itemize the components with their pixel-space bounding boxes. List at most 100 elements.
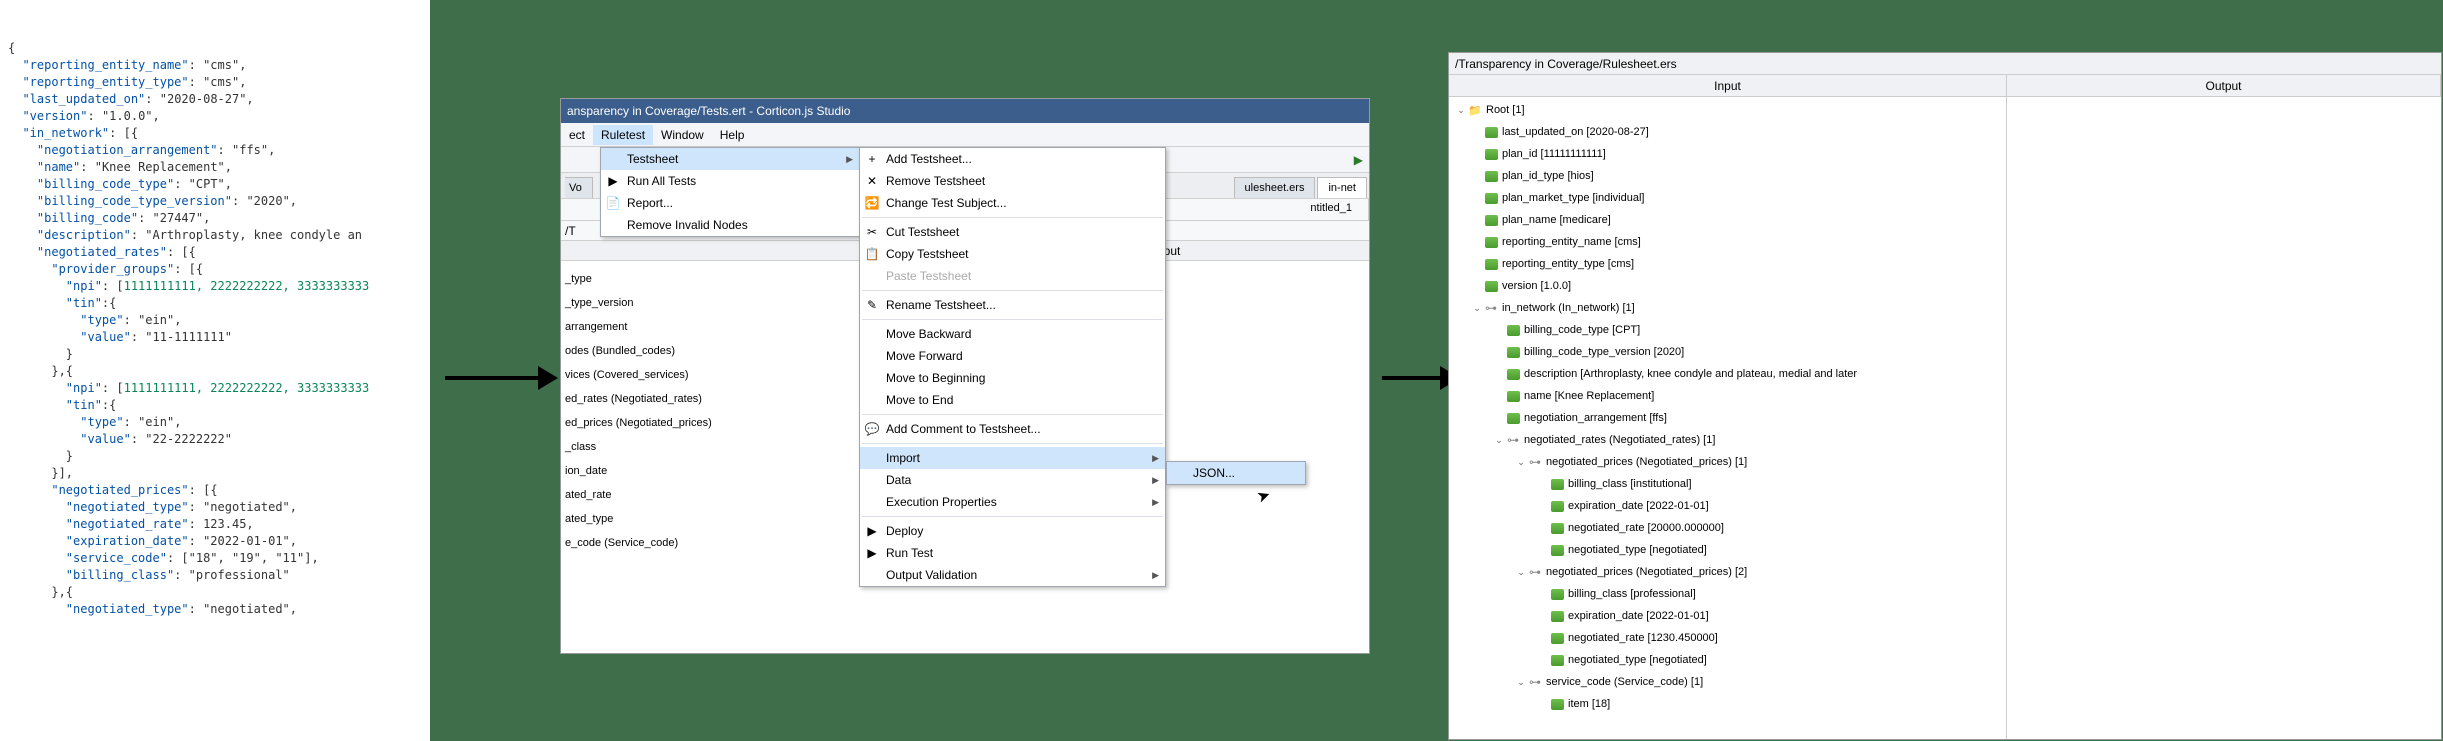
menu-separator [862, 217, 1163, 218]
tree-row[interactable]: billing_code_type [CPT] [1449, 319, 2006, 341]
tree-row[interactable]: negotiated_type [negotiated] [1449, 649, 2006, 671]
ide-window: ansparency in Coverage/Tests.ert - Corti… [560, 98, 1370, 654]
tree-row[interactable]: negotiated_rate [1230.450000] [1449, 627, 2006, 649]
tree-label: billing_code_type_version [2020] [1524, 346, 1684, 358]
menu-item-label: Run Test [886, 546, 933, 560]
tree-row[interactable]: reporting_entity_name [cms] [1449, 231, 2006, 253]
menu-item-label: Paste Testsheet [886, 269, 971, 283]
tree-row[interactable]: ⌄⊶negotiated_rates (Negotiated_rates) [1… [1449, 429, 2006, 451]
attribute-icon [1483, 125, 1499, 139]
tree-row[interactable]: name [Knee Replacement] [1449, 385, 2006, 407]
attribute-icon [1549, 499, 1565, 513]
tab-innet[interactable]: in-net [1317, 177, 1367, 198]
tree-row[interactable]: plan_name [medicare] [1449, 209, 2006, 231]
tree-label: billing_class [professional] [1568, 588, 1696, 600]
menu-item-import[interactable]: Import [860, 447, 1165, 469]
json-editor[interactable]: { "reporting_entity_name": "cms", "repor… [0, 0, 430, 741]
expander-icon[interactable]: ⌄ [1515, 567, 1527, 578]
link-icon: ⊶ [1527, 565, 1543, 579]
menu-item-move-forward[interactable]: Move Forward [860, 345, 1165, 367]
menu-item-change-test-subject[interactable]: 🔁Change Test Subject... [860, 192, 1165, 214]
ruletest-menu[interactable]: Testsheet▶Run All Tests📄Report...Remove … [600, 147, 860, 237]
menu-item-remove-invalid-nodes[interactable]: Remove Invalid Nodes [601, 214, 859, 236]
tree-row[interactable]: negotiated_rate [20000.000000] [1449, 517, 2006, 539]
tree-row[interactable]: description [Arthroplasty, knee condyle … [1449, 363, 2006, 385]
menu-item-deploy[interactable]: ▶Deploy [860, 520, 1165, 542]
expander-icon[interactable]: ⌄ [1471, 303, 1483, 314]
tree-label: plan_name [medicare] [1502, 214, 1611, 226]
attribute-icon [1505, 411, 1521, 425]
menu-item-add-comment-to-testsheet[interactable]: 💬Add Comment to Testsheet... [860, 418, 1165, 440]
tree-row[interactable]: expiration_date [2022-01-01] [1449, 605, 2006, 627]
menu-item-run-all-tests[interactable]: ▶Run All Tests [601, 170, 859, 192]
menu-item-add-testsheet[interactable]: +Add Testsheet... [860, 148, 1165, 170]
menu-ruletest[interactable]: Ruletest [593, 125, 653, 145]
menu-help[interactable]: Help [712, 125, 753, 145]
menu-item-rename-testsheet[interactable]: ✎Rename Testsheet... [860, 294, 1165, 316]
tree-row[interactable]: last_updated_on [2020-08-27] [1449, 121, 2006, 143]
attribute-icon [1483, 191, 1499, 205]
menu-window[interactable]: Window [653, 125, 712, 145]
subtab-untitled[interactable]: ntitled_1 [1294, 199, 1369, 220]
tree-row[interactable]: ⌄⊶in_network (In_network) [1] [1449, 297, 2006, 319]
expander-icon[interactable]: ⌄ [1455, 105, 1467, 116]
link-icon: ⊶ [1527, 455, 1543, 469]
tree-row[interactable]: billing_code_type_version [2020] [1449, 341, 2006, 363]
json-code[interactable]: { "reporting_entity_name": "cms", "repor… [8, 40, 422, 618]
tree-row[interactable]: negotiation_arrangement [ffs] [1449, 407, 2006, 429]
menu-item-move-backward[interactable]: Move Backward [860, 323, 1165, 345]
menu-ect[interactable]: ect [561, 125, 593, 145]
tree-label: Root [1] [1486, 104, 1525, 116]
tree-label: negotiated_type [negotiated] [1568, 654, 1707, 666]
tree-row[interactable]: version [1.0.0] [1449, 275, 2006, 297]
tab-rulesheet[interactable]: ulesheet.ers [1234, 177, 1316, 198]
menu-item-report[interactable]: 📄Report... [601, 192, 859, 214]
tree-row[interactable]: ⌄📁Root [1] [1449, 99, 2006, 121]
input-tree[interactable]: ⌄📁Root [1]last_updated_on [2020-08-27]pl… [1449, 97, 2007, 739]
expander-icon[interactable]: ⌄ [1493, 435, 1505, 446]
tree-row[interactable]: billing_class [institutional] [1449, 473, 2006, 495]
tree-label: version [1.0.0] [1502, 280, 1571, 292]
run-icon[interactable]: ▶ [1354, 153, 1363, 167]
menu-bar[interactable]: ect Ruletest Window Help [561, 123, 1369, 147]
expander-icon[interactable]: ⌄ [1515, 457, 1527, 468]
tree-row[interactable]: plan_market_type [individual] [1449, 187, 2006, 209]
menu-item-label: Move to End [886, 393, 953, 407]
tree-row[interactable]: ⌄⊶negotiated_prices (Negotiated_prices) … [1449, 561, 2006, 583]
tree-label: expiration_date [2022-01-01] [1568, 500, 1709, 512]
tab-vo[interactable]: Vo [565, 177, 593, 198]
tree-row[interactable]: item [18] [1449, 693, 2006, 715]
menu-item-remove-testsheet[interactable]: ✕Remove Testsheet [860, 170, 1165, 192]
tree-row[interactable]: billing_class [professional] [1449, 583, 2006, 605]
menu-item-data[interactable]: Data [860, 469, 1165, 491]
menu-item-output-validation[interactable]: Output Validation [860, 564, 1165, 586]
rulesheet-title: /Transparency in Coverage/Rulesheet.ers [1449, 53, 2441, 75]
menu-item-move-to-end[interactable]: Move to End [860, 389, 1165, 411]
testsheet-submenu[interactable]: +Add Testsheet...✕Remove Testsheet🔁Chang… [859, 147, 1166, 587]
tree-row[interactable]: expiration_date [2022-01-01] [1449, 495, 2006, 517]
tree-row[interactable]: ⌄⊶service_code (Service_code) [1] [1449, 671, 2006, 693]
tree-row[interactable]: plan_id_type [hios] [1449, 165, 2006, 187]
tree-row[interactable]: reporting_entity_type [cms] [1449, 253, 2006, 275]
menu-item-run-test[interactable]: ▶Run Test [860, 542, 1165, 564]
menu-item-cut-testsheet[interactable]: ✂Cut Testsheet [860, 221, 1165, 243]
tree-row[interactable]: negotiated_type [negotiated] [1449, 539, 2006, 561]
menu-icon: 📋 [864, 246, 880, 262]
attribute-icon [1483, 213, 1499, 227]
menu-item-move-to-beginning[interactable]: Move to Beginning [860, 367, 1165, 389]
tree-row[interactable]: plan_id [11111111111] [1449, 143, 2006, 165]
tree-label: item [18] [1568, 698, 1610, 710]
menu-item-json[interactable]: JSON... [1167, 462, 1305, 484]
menu-item-testsheet[interactable]: Testsheet [601, 148, 859, 170]
expander-icon[interactable]: ⌄ [1515, 677, 1527, 688]
attribute-icon [1483, 279, 1499, 293]
tree-label: billing_class [institutional] [1568, 478, 1692, 490]
output-tree[interactable] [2007, 97, 2441, 739]
menu-item-label: Data [886, 473, 911, 487]
menu-item-copy-testsheet[interactable]: 📋Copy Testsheet [860, 243, 1165, 265]
tree-row[interactable]: ⌄⊶negotiated_prices (Negotiated_prices) … [1449, 451, 2006, 473]
attribute-icon [1505, 367, 1521, 381]
menu-item-execution-properties[interactable]: Execution Properties [860, 491, 1165, 513]
import-submenu[interactable]: JSON... [1166, 461, 1306, 485]
input-col-header: Input [1449, 75, 2007, 96]
